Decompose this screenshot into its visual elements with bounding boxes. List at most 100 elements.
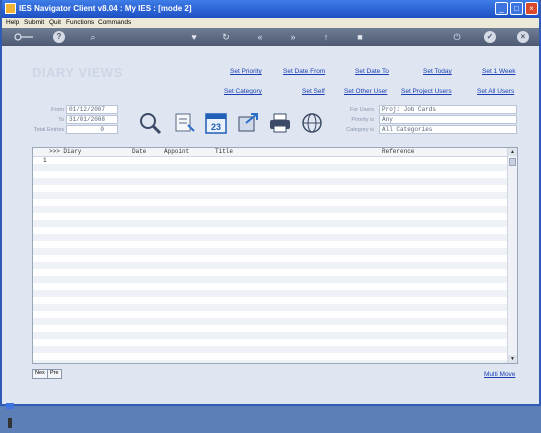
set-1-week-link[interactable]: Set 1 Week — [482, 68, 515, 75]
stop-icon[interactable]: ■ — [354, 31, 366, 43]
priority-label: Priority is — [351, 117, 374, 123]
help-icon[interactable]: ? — [53, 31, 65, 43]
table-row[interactable] — [33, 178, 508, 185]
table-row[interactable] — [33, 325, 508, 332]
minimize-icon[interactable]: _ — [495, 2, 508, 15]
scroll-up-icon[interactable]: ▲ — [508, 148, 517, 156]
table-row[interactable] — [33, 353, 508, 360]
menu-functions[interactable]: Functions — [66, 19, 94, 26]
table-row[interactable] — [33, 234, 508, 241]
up-icon[interactable]: ↑ — [320, 31, 332, 43]
table-row[interactable] — [33, 262, 508, 269]
scroll-down-icon[interactable]: ▼ — [508, 355, 517, 363]
table-row[interactable] — [33, 346, 508, 353]
set-self-link[interactable]: Set Self — [302, 88, 325, 95]
col-appoint[interactable]: Appoint — [164, 148, 189, 155]
table-row[interactable] — [33, 227, 508, 234]
table-row[interactable] — [33, 248, 508, 255]
multi-move-link[interactable]: Multi Move — [484, 371, 515, 378]
from-label: From — [51, 107, 64, 113]
maximize-icon[interactable]: □ — [510, 2, 523, 15]
table-row[interactable] — [33, 213, 508, 220]
menu-commands[interactable]: Commands — [98, 19, 131, 26]
app-window: IES Navigator Client v8.04 : My IES : [m… — [0, 0, 541, 428]
table-row[interactable] — [33, 255, 508, 262]
side-tools — [5, 403, 15, 433]
category-field[interactable]: All Categories — [379, 125, 517, 134]
table-row[interactable] — [33, 192, 508, 199]
table-row[interactable] — [33, 283, 508, 290]
menu-help[interactable]: Help — [6, 19, 19, 26]
export-icon[interactable] — [236, 111, 260, 135]
key-icon[interactable] — [14, 31, 34, 43]
table-row[interactable] — [33, 241, 508, 248]
table-row[interactable] — [33, 332, 508, 339]
menu-quit[interactable]: Quit — [49, 19, 61, 26]
to-label: To — [58, 117, 64, 123]
forward-icon[interactable]: » — [287, 31, 299, 43]
set-today-link[interactable]: Set Today — [423, 68, 452, 75]
main-content: DIARY VIEWS Set Priority Set Date From S… — [2, 46, 539, 428]
globe-icon[interactable] — [300, 111, 324, 135]
next-button[interactable]: Nex — [32, 369, 48, 379]
set-other-user-link[interactable]: Set Other User — [344, 88, 387, 95]
table-row[interactable] — [33, 276, 508, 283]
table-row[interactable] — [33, 269, 508, 276]
table-row[interactable] — [33, 157, 508, 164]
close-icon[interactable]: × — [525, 2, 538, 15]
table-row[interactable] — [33, 311, 508, 318]
set-date-to-link[interactable]: Set Date To — [355, 68, 389, 75]
calendar-icon[interactable]: 23 — [204, 111, 228, 135]
search-icon[interactable]: ⌕ — [87, 31, 99, 43]
to-date-field[interactable]: 31/01/2008 — [66, 115, 118, 124]
table-row[interactable] — [33, 185, 508, 192]
page-title: DIARY VIEWS — [32, 65, 123, 80]
priority-field[interactable]: Any — [379, 115, 517, 124]
table-row[interactable] — [33, 304, 508, 311]
diary-grid: >>> Diary Date Appoint Title Reference 1… — [32, 147, 518, 364]
from-date-field[interactable]: 01/12/2007 — [66, 105, 118, 114]
table-row[interactable] — [33, 290, 508, 297]
pin-icon[interactable] — [8, 418, 12, 428]
panel-icon[interactable] — [6, 403, 14, 409]
ok-icon[interactable]: ✓ — [484, 31, 496, 43]
table-row[interactable] — [33, 339, 508, 346]
table-row[interactable] — [33, 199, 508, 206]
table-row[interactable] — [33, 318, 508, 325]
scroll-thumb[interactable] — [509, 158, 516, 166]
set-date-from-link[interactable]: Set Date From — [283, 68, 325, 75]
heart-icon[interactable]: ♥ — [188, 31, 200, 43]
table-row[interactable] — [33, 297, 508, 304]
printer-icon[interactable] — [268, 111, 292, 135]
power-icon[interactable]: ⏻ — [451, 31, 463, 43]
table-row[interactable] — [33, 220, 508, 227]
for-users-label: For Users — [349, 107, 374, 113]
calendar-day: 23 — [211, 122, 221, 132]
menu-bar: Help Submit Quit Functions Commands — [2, 18, 539, 28]
set-category-link[interactable]: Set Category — [224, 88, 262, 95]
set-all-users-link[interactable]: Set All Users — [477, 88, 514, 95]
note-icon[interactable] — [172, 111, 196, 135]
col-reference[interactable]: Reference — [382, 148, 414, 155]
table-row[interactable] — [33, 171, 508, 178]
prev-button[interactable]: Pre — [47, 369, 62, 379]
col-diary[interactable]: >>> Diary — [49, 148, 81, 155]
grid-scrollbar[interactable]: ▲ ▼ — [507, 148, 517, 363]
set-priority-link[interactable]: Set Priority — [230, 68, 262, 75]
set-project-users-link[interactable]: Set Project Users — [401, 88, 452, 95]
refresh-icon[interactable]: ↻ — [220, 31, 232, 43]
magnifier-icon[interactable] — [138, 111, 162, 135]
app-icon — [5, 3, 16, 14]
table-row[interactable] — [33, 206, 508, 213]
total-entries-field: 0 — [66, 125, 118, 134]
for-users-field[interactable]: Proj: Job Cards — [379, 105, 517, 114]
cancel-icon[interactable]: × — [517, 31, 529, 43]
col-title[interactable]: Title — [215, 148, 233, 155]
table-row[interactable] — [33, 164, 508, 171]
back-icon[interactable]: « — [254, 31, 266, 43]
table-row[interactable] — [33, 360, 508, 363]
col-date[interactable]: Date — [132, 148, 146, 155]
window-title: IES Navigator Client v8.04 : My IES : [m… — [19, 4, 192, 13]
grid-header: >>> Diary Date Appoint Title Reference — [33, 148, 508, 157]
menu-submit[interactable]: Submit — [24, 19, 44, 26]
